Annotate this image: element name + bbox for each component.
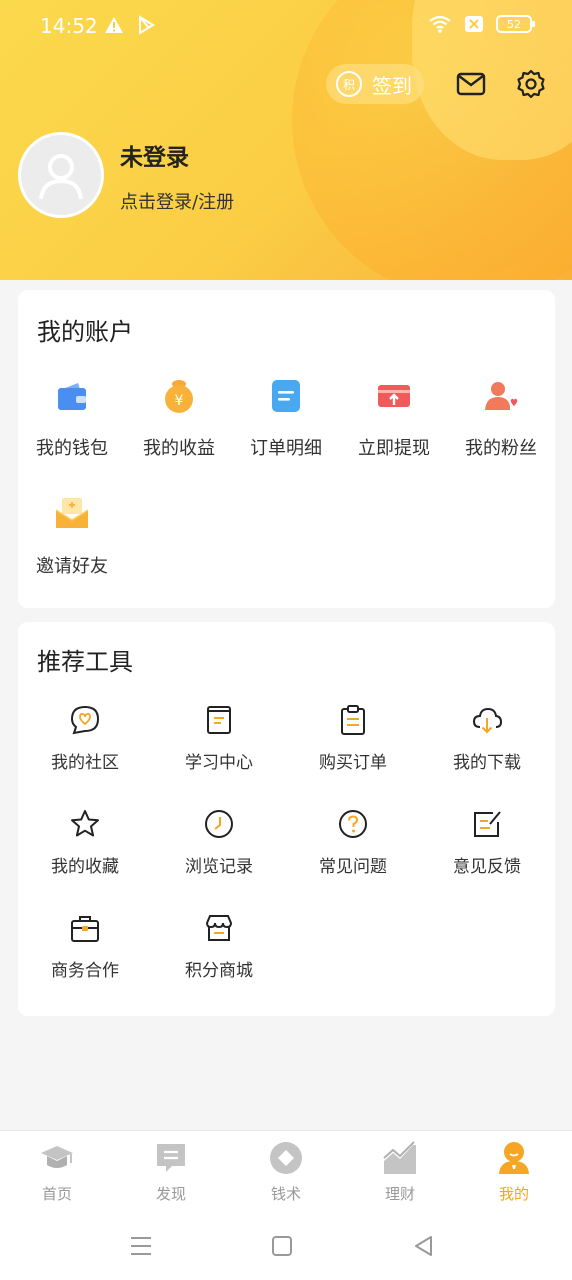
community-icon: [70, 705, 100, 735]
star-icon: [71, 810, 99, 837]
tools-card: 推荐工具 我的社区 学习中心 购买订单 我的下载 我的收藏 浏览记录 常见问题 …: [18, 622, 555, 1016]
profile-icon: [499, 1142, 529, 1174]
tool-item-favorites[interactable]: 我的收藏: [18, 808, 152, 877]
tools-title: 推荐工具: [37, 648, 133, 676]
tab-home[interactable]: 首页: [17, 1141, 97, 1204]
order-list-icon: [272, 380, 300, 412]
tab-label: 发现: [155, 1185, 186, 1203]
bottom-tab-bar: 首页 发现 钱术 理财 我的: [0, 1130, 572, 1214]
close-box-icon: [465, 16, 483, 32]
account-item-earnings[interactable]: ¥ 我的收益: [125, 376, 233, 460]
trend-chart-icon: [383, 1141, 416, 1174]
battery-icon: 52: [496, 15, 535, 33]
tool-item-community[interactable]: 我的社区: [18, 704, 152, 773]
cloud-download-icon: [472, 707, 503, 734]
tool-item-study[interactable]: 学习中心: [152, 704, 286, 773]
diamond-circle-icon: [270, 1142, 302, 1174]
play-store-icon: [139, 15, 155, 35]
menu-icon[interactable]: [129, 1234, 153, 1258]
account-title: 我的账户: [37, 318, 133, 346]
home-square-icon[interactable]: [271, 1234, 293, 1258]
status-time: 14:52: [40, 14, 98, 38]
tool-item-label: 浏览记录: [185, 857, 253, 877]
back-icon[interactable]: [412, 1234, 434, 1258]
message-box-icon: [157, 1144, 185, 1172]
money-bag-icon: ¥: [165, 380, 193, 413]
account-item-label: 邀请好友: [36, 556, 108, 577]
points-coin-icon: 积: [336, 71, 362, 97]
tab-label: 首页: [41, 1185, 72, 1203]
study-book-icon: [207, 706, 231, 734]
account-item-orders[interactable]: 订单明细: [232, 376, 340, 460]
login-register-link[interactable]: 点击登录/注册: [120, 188, 234, 214]
feedback-edit-icon: [474, 811, 501, 837]
default-avatar-icon: [39, 154, 83, 200]
tab-qianshu[interactable]: 钱术: [246, 1141, 326, 1204]
battery-level: 52: [507, 17, 521, 31]
tool-item-label: 积分商城: [185, 961, 253, 981]
account-item-label: 订单明细: [250, 438, 322, 459]
withdraw-card-icon: [378, 385, 410, 407]
fans-icon: [485, 382, 519, 410]
sign-in-label: 签到: [372, 73, 412, 98]
tool-item-label: 商务合作: [51, 961, 119, 981]
tool-item-label: 我的收藏: [51, 857, 119, 877]
briefcase-icon: [71, 916, 99, 942]
tab-mine[interactable]: 我的: [474, 1141, 554, 1204]
system-nav-bar: [0, 1214, 572, 1280]
mail-icon[interactable]: [456, 70, 486, 98]
svg-text:¥: ¥: [175, 393, 184, 409]
clipboard-icon: [341, 705, 365, 735]
sign-in-button[interactable]: 积 签到: [326, 64, 424, 104]
tab-finance[interactable]: 理财: [360, 1141, 440, 1204]
account-item-wallet[interactable]: 我的钱包: [18, 376, 126, 460]
tool-item-downloads[interactable]: 我的下载: [420, 704, 554, 773]
account-item-label: 我的钱包: [36, 438, 108, 459]
question-icon: [339, 810, 367, 838]
tool-item-label: 意见反馈: [453, 857, 521, 877]
tool-item-label: 购买订单: [319, 753, 387, 773]
gear-icon[interactable]: [516, 69, 546, 99]
account-item-withdraw[interactable]: 立即提现: [340, 376, 448, 460]
tab-label: 理财: [384, 1185, 415, 1203]
account-item-invite[interactable]: 邀请好友: [18, 494, 126, 578]
status-bar: 14:52 52: [0, 0, 572, 52]
clock-icon: [205, 810, 233, 838]
graduation-cap-icon: [41, 1146, 73, 1168]
tool-item-feedback[interactable]: 意见反馈: [420, 808, 554, 877]
account-item-label: 我的收益: [143, 438, 215, 459]
tool-item-purchase-orders[interactable]: 购买订单: [286, 704, 420, 773]
account-card: 我的账户 我的钱包 ¥ 我的收益 订单明细 立即提现 我的粉丝 邀请好友: [18, 290, 555, 608]
tool-item-label: 学习中心: [185, 753, 253, 773]
tool-item-label: 常见问题: [319, 857, 387, 877]
tab-label: 钱术: [270, 1185, 301, 1203]
tab-discover[interactable]: 发现: [131, 1141, 211, 1204]
tool-item-label: 我的社区: [51, 753, 119, 773]
wallet-icon: [58, 383, 86, 410]
invite-envelope-icon: [55, 498, 89, 528]
account-item-fans[interactable]: 我的粉丝: [447, 376, 555, 460]
account-item-label: 我的粉丝: [465, 438, 537, 459]
user-name[interactable]: 未登录: [120, 138, 189, 172]
tool-item-points-mall[interactable]: 积分商城: [152, 912, 286, 981]
account-item-label: 立即提现: [358, 438, 430, 459]
warning-icon: [105, 17, 123, 33]
store-icon: [205, 915, 233, 941]
wifi-icon: [429, 15, 451, 33]
tool-item-history[interactable]: 浏览记录: [152, 808, 286, 877]
tab-label: 我的: [498, 1185, 529, 1203]
avatar[interactable]: [18, 132, 104, 218]
tool-item-faq[interactable]: 常见问题: [286, 808, 420, 877]
tool-item-label: 我的下载: [453, 753, 521, 773]
tool-item-business[interactable]: 商务合作: [18, 912, 152, 981]
